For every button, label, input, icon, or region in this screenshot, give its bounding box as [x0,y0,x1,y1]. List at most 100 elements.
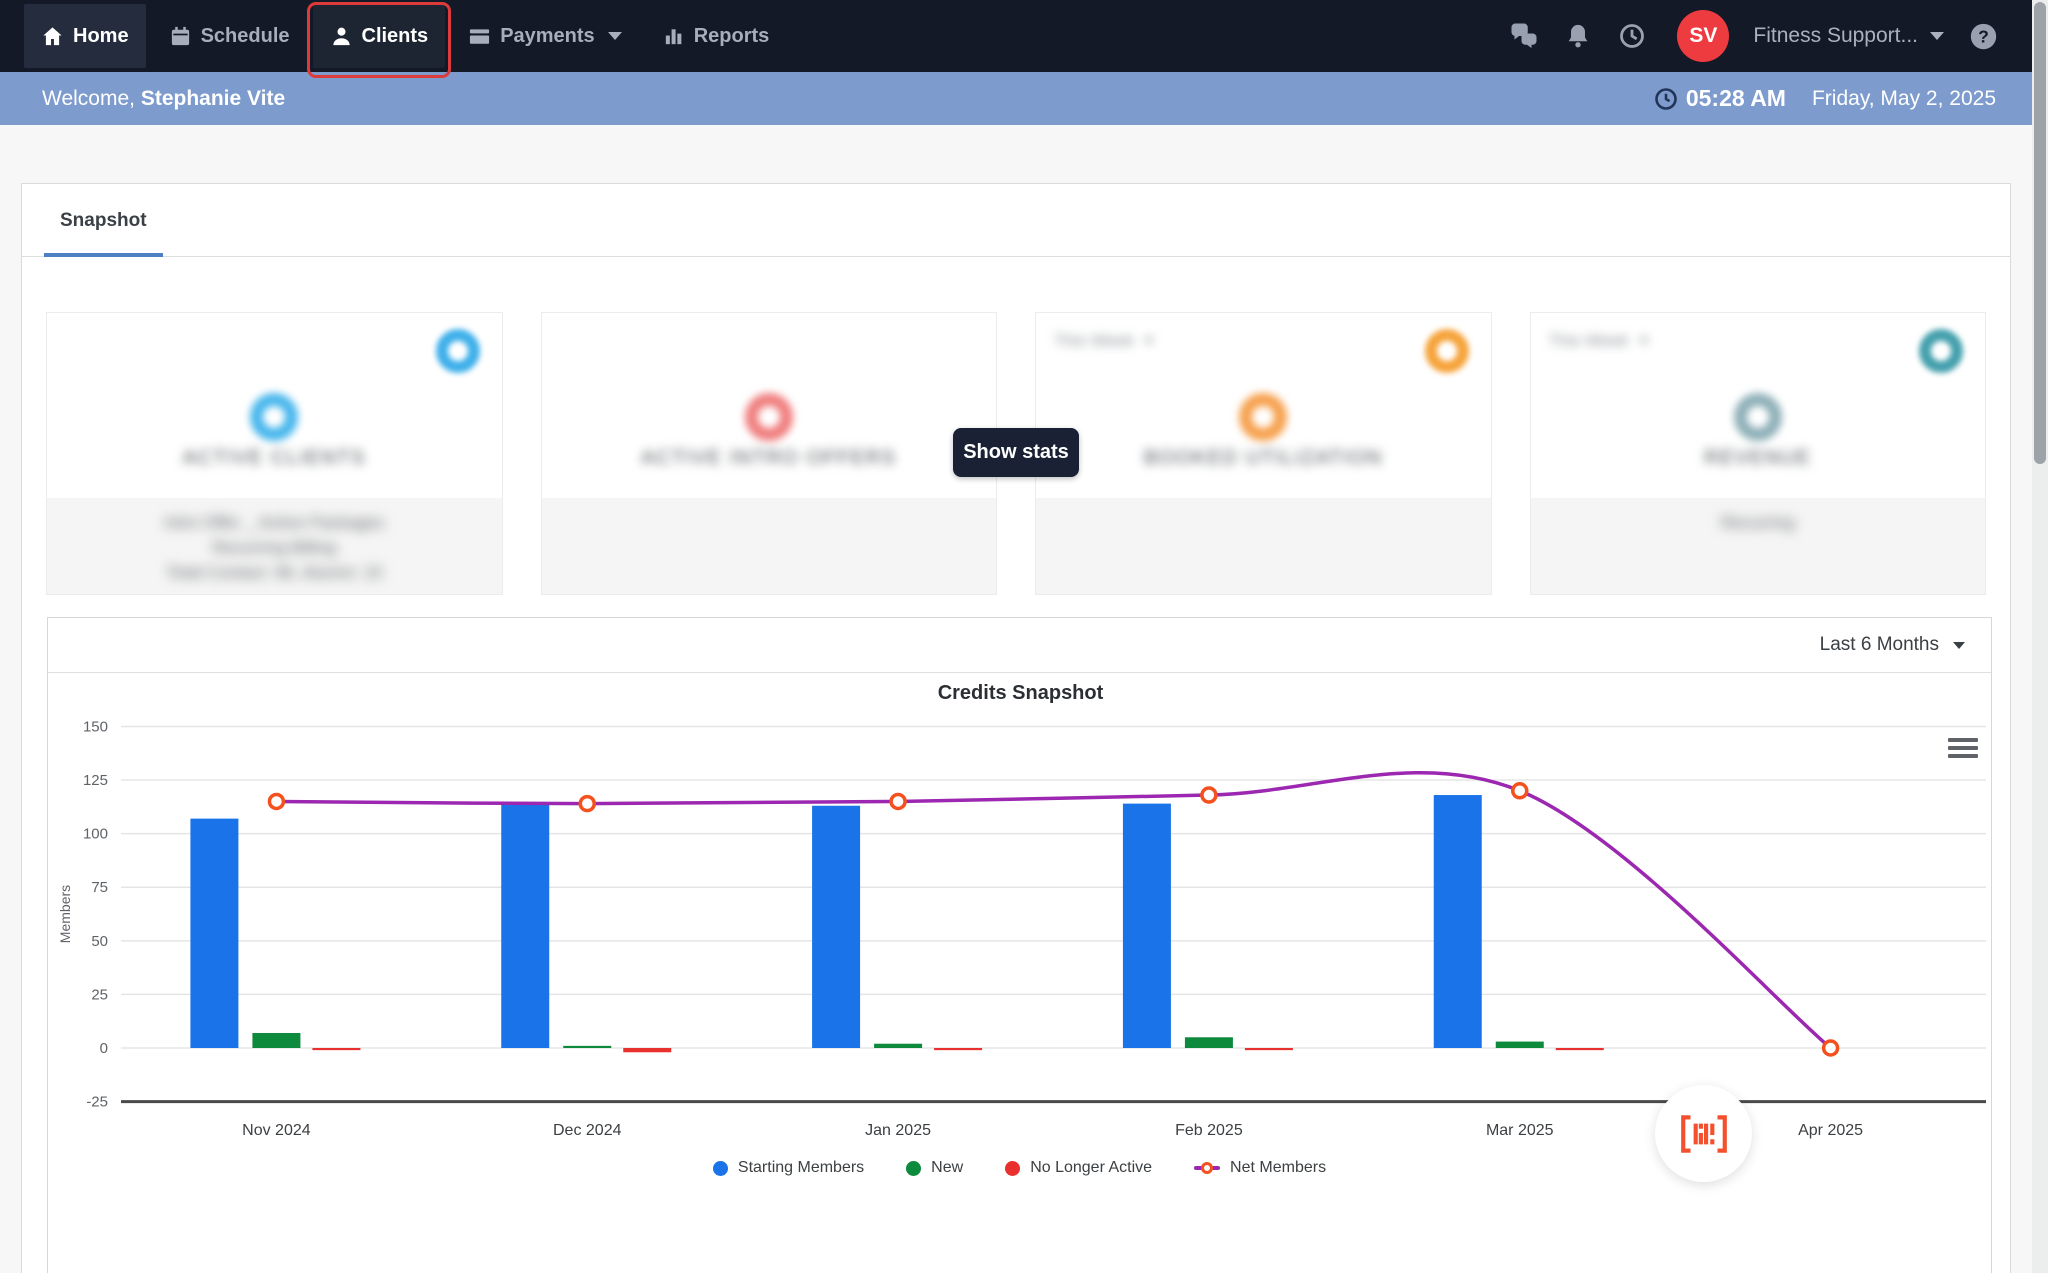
stat-card-title: ACTIVE CLIENTS [182,447,366,469]
legend-label: Starting Members [737,1159,865,1176]
stat-card-booked-utilization: This Week BOOKED UTILIZATION [1035,312,1492,595]
bell-icon[interactable] [1563,21,1593,51]
stat-card-body: This Week BOOKED UTILIZATION [1036,313,1491,498]
chevron-down-icon [1953,641,1965,649]
stat-card-title: BOOKED UTILIZATION [1143,447,1383,469]
chevron-down-icon [1638,338,1649,344]
svg-text:125: 125 [83,772,108,789]
legend-swatch-dot [906,1160,922,1176]
svg-text:25: 25 [91,986,108,1003]
legend-label: No Longer Active [1030,1159,1153,1176]
top-navbar: Home Schedule Clients Payments Reports S… [0,0,2048,78]
chat-icon[interactable] [1509,21,1539,51]
svg-text:?: ? [1978,26,1989,46]
svg-text:Apr 2025: Apr 2025 [1798,1122,1863,1139]
nav-item-schedule[interactable]: Schedule [152,4,307,68]
stat-card-footer: Recurring [1530,498,1985,594]
current-date: Friday, May 2, 2025 [1811,86,1996,110]
stat-card-footer [1036,498,1491,594]
stat-card-body: ACTIVE CLIENTS [47,313,502,498]
nav-item-label: Clients [361,24,429,47]
legend-item[interactable]: New [906,1159,963,1177]
account-menu[interactable]: Fitness Support... [1753,24,1944,48]
legend-item[interactable]: No Longer Active [1005,1159,1152,1177]
chevron-down-icon [607,32,622,40]
nav-item-payments[interactable]: Payments [451,4,639,68]
stat-card-footer [541,498,996,594]
chart-context-menu-button[interactable] [1948,732,1978,764]
svg-text:-25: -25 [86,1094,108,1111]
card-settings-icon[interactable] [435,329,480,373]
range-label: Last 6 Months [1819,634,1939,655]
footer-line: Recurring [1720,513,1795,532]
account-label: Fitness Support... [1753,24,1918,47]
stat-card-body: This Week REVENUE [1531,313,1986,498]
home-icon [41,25,64,48]
avatar[interactable]: SV [1677,10,1730,62]
chevron-down-icon [1930,32,1944,40]
legend-label: Net Members [1230,1159,1327,1176]
stat-donut [250,393,299,441]
stat-card-revenue: This Week REVENUE Recurring [1529,312,1986,595]
legend-swatch-line-marker [1194,1162,1221,1174]
legend-item[interactable]: Starting Members [712,1159,865,1177]
stat-donut [1239,393,1288,441]
svg-text:Feb 2025: Feb 2025 [1175,1122,1243,1139]
welcome-datetime: 05:28 AM Friday, May 2, 2025 [1654,85,1996,112]
bar-chart-icon [662,25,685,48]
nav-item-label: Home [73,24,129,47]
main-nav: Home Schedule Clients Payments Reports [24,0,792,78]
legend-item[interactable]: Net Members [1194,1159,1326,1177]
svg-text:Mar 2025: Mar 2025 [1486,1122,1554,1139]
greeting-prefix: Welcome, [42,86,135,110]
stat-cards-row: ACTIVE CLIENTS Intro Offer _ Active Pack… [46,312,1986,595]
nav-item-reports[interactable]: Reports [645,4,787,68]
page-content: Snapshot ACTIVE CLIENTS Intro Offer _ Ac… [0,125,2048,1273]
svg-text:50: 50 [91,933,108,950]
user-name: Stephanie Vite [140,86,286,110]
nav-item-clients[interactable]: Clients [306,2,452,78]
svg-text:Dec 2024: Dec 2024 [553,1122,622,1139]
period-selector[interactable]: This Week [1054,331,1154,351]
chevron-down-icon [1144,338,1154,344]
nav-item-label: Payments [500,24,595,47]
svg-text:150: 150 [83,718,108,735]
tab-snapshot[interactable]: Snapshot [44,184,163,257]
stat-donut [1733,393,1782,441]
help-icon[interactable]: ? [1968,21,1998,51]
history-icon[interactable] [1617,21,1647,51]
svg-text:Jan 2025: Jan 2025 [865,1122,931,1139]
stat-card-footer: Intro Offer _ Active Packages Recurring … [47,498,502,594]
svg-text:100: 100 [83,826,108,843]
stat-card-title: REVENUE [1704,447,1812,469]
chart-panel-header: Last 6 Months [48,618,1991,673]
svg-text:0: 0 [100,1040,108,1057]
svg-text:75: 75 [91,879,108,896]
legend-swatch-dot [1005,1160,1021,1176]
page-scrollbar-track[interactable] [2032,0,2048,1273]
person-icon [330,25,353,48]
footer-line: Recurring Billing [212,538,337,557]
calendar-icon [169,25,192,48]
nav-item-label: Reports [693,24,770,47]
time-text: 05:28 AM [1685,85,1786,111]
stat-card-active-intro-offers: ACTIVE INTRO OFFERS [540,312,997,595]
show-stats-button[interactable]: Show stats [953,428,1079,477]
footer-line: Total Contact: 96, Alumni: 15 [166,563,383,582]
stat-donut [744,393,793,441]
page-scrollbar-thumb[interactable] [2034,2,2046,464]
clock-icon [1654,87,1678,111]
welcome-message: Welcome, Stephanie Vite [42,87,285,111]
card-icon [468,25,491,48]
period-selector[interactable]: This Week [1549,331,1649,351]
avatar-initials: SV [1689,24,1718,47]
card-settings-icon[interactable] [1424,329,1469,373]
barcode-loader-icon [1655,1085,1752,1182]
nav-item-home[interactable]: Home [24,4,146,68]
welcome-bar: Welcome, Stephanie Vite 05:28 AM Friday,… [0,72,2048,125]
range-selector-dropdown[interactable]: Last 6 Months [1820,634,1965,656]
tab-bar: Snapshot [22,184,2010,257]
dashboard-root: Home Schedule Clients Payments Reports S… [0,0,2048,1273]
legend-label: New [931,1159,964,1176]
card-settings-icon[interactable] [1919,329,1963,373]
